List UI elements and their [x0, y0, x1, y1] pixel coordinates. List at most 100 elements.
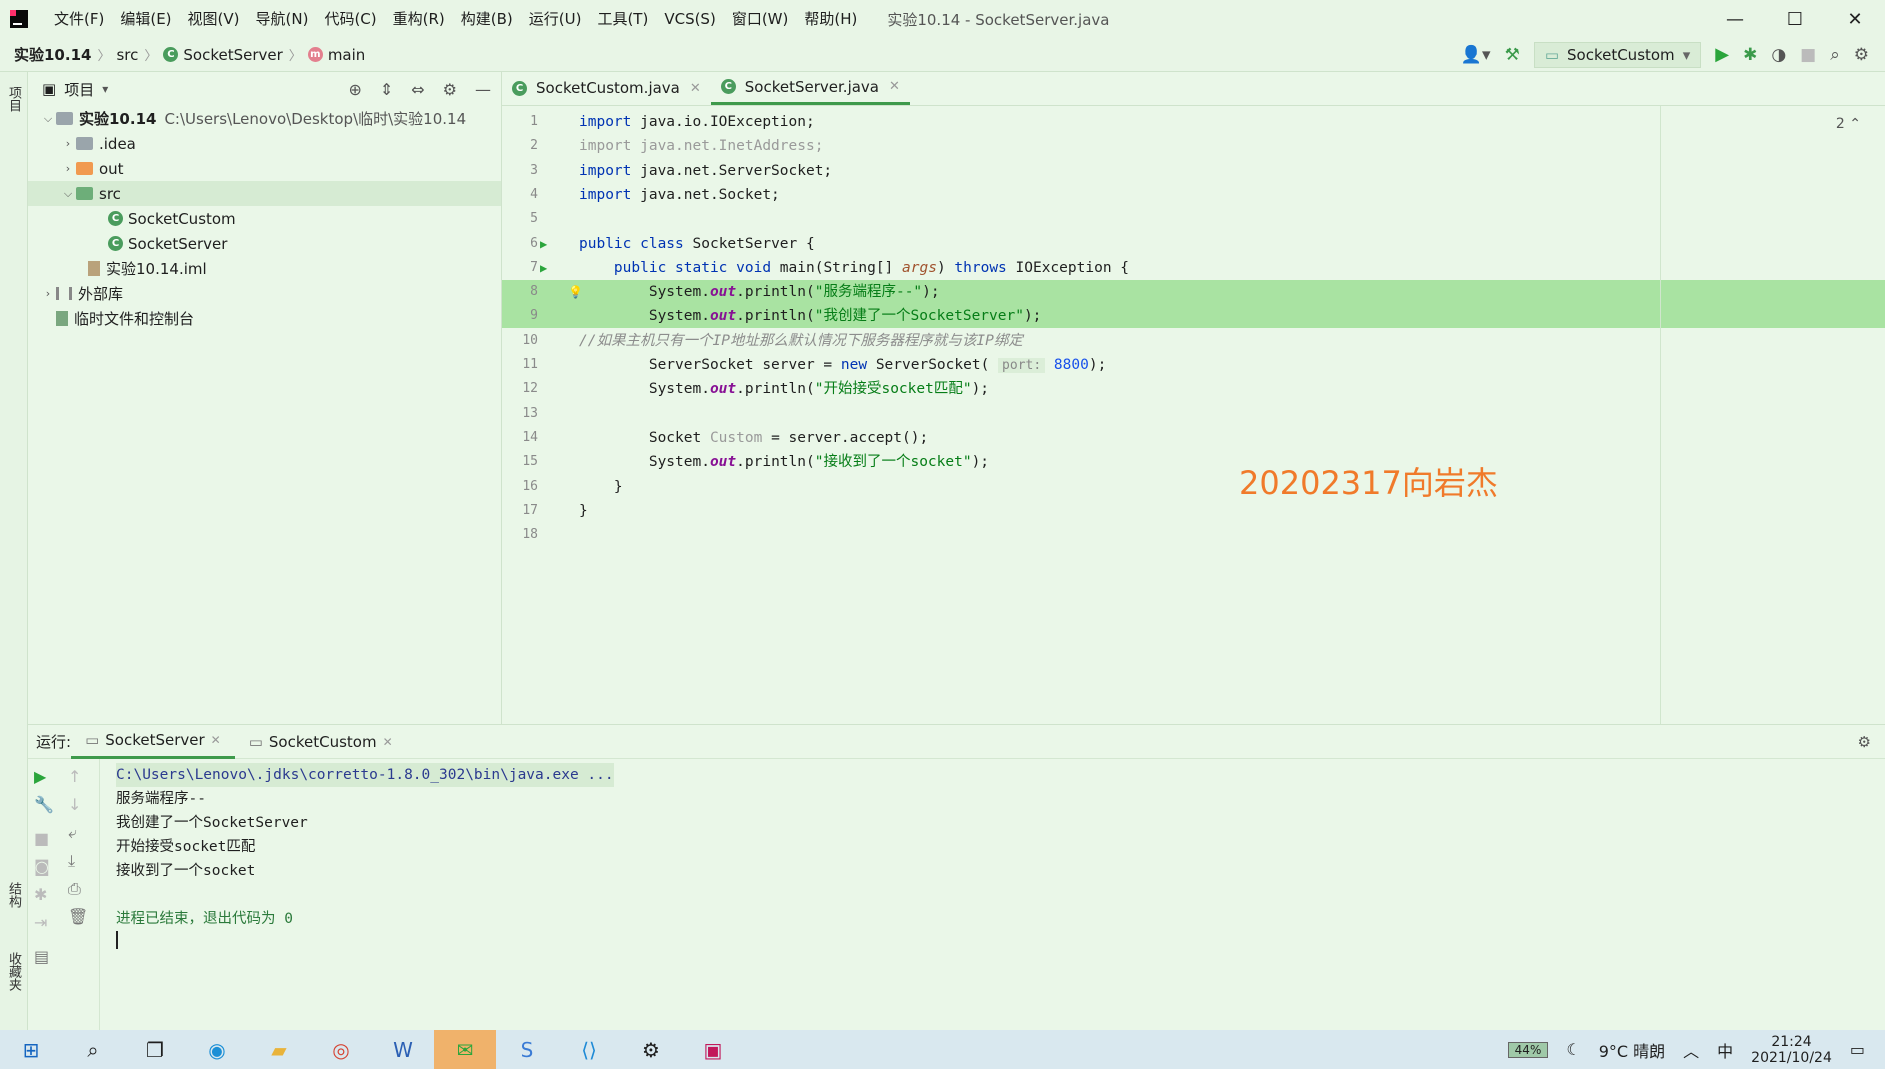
- arrow-up-icon[interactable]: ↑: [68, 767, 81, 786]
- code-line[interactable]: 3 import java.net.ServerSocket;: [502, 159, 1885, 183]
- wrench-icon[interactable]: 🔧: [34, 795, 54, 814]
- tab-socketcustom[interactable]: C SocketCustom.java ✕: [502, 71, 711, 105]
- tree-item-iml[interactable]: 实验10.14.iml: [28, 256, 501, 281]
- menu-file[interactable]: 文件(F): [46, 0, 112, 38]
- hide-panel-icon[interactable]: —: [475, 80, 491, 99]
- menu-tools[interactable]: 工具(T): [589, 0, 656, 38]
- menu-view[interactable]: 视图(V): [180, 0, 248, 38]
- collapse-all-icon[interactable]: ⇔: [411, 80, 424, 99]
- code-line[interactable]: 2 import java.net.InetAddress;: [502, 134, 1885, 158]
- breadcrumb-class[interactable]: SocketServer: [183, 46, 282, 64]
- code-line[interactable]: 4 import java.net.Socket;: [502, 183, 1885, 207]
- edge-browser-icon[interactable]: ◉: [186, 1030, 248, 1069]
- tree-item-project-root[interactable]: ⌵ 实验10.14 C:\Users\Lenovo\Desktop\临时\实验1…: [28, 106, 501, 131]
- code-area[interactable]: 1 import java.io.IOException; 2 import java…: [502, 106, 1885, 724]
- trash-icon[interactable]: 🗑: [68, 907, 88, 926]
- rerun-icon[interactable]: ▶: [34, 767, 46, 786]
- chevron-down-icon[interactable]: ▾: [102, 82, 108, 96]
- notification-icon[interactable]: ▭: [1850, 1040, 1865, 1059]
- code-line[interactable]: 1 import java.io.IOException;: [502, 110, 1885, 134]
- menu-navigate[interactable]: 导航(N): [248, 0, 317, 38]
- run-tab-socketserver[interactable]: ▭ SocketServer ✕: [71, 725, 235, 759]
- sogou-icon[interactable]: S: [496, 1030, 558, 1069]
- close-icon[interactable]: ✕: [690, 81, 701, 96]
- menu-build[interactable]: 构建(B): [453, 0, 521, 38]
- chevron-right-icon[interactable]: ›: [60, 162, 76, 175]
- code-line[interactable]: 11 ServerSocket server = new ServerSocke…: [502, 353, 1885, 377]
- ime-indicator[interactable]: 中: [1717, 1038, 1733, 1062]
- menu-vcs[interactable]: VCS(S): [656, 0, 723, 38]
- intellij-icon[interactable]: ▣: [682, 1030, 744, 1069]
- console-output[interactable]: C:\Users\Lenovo\.jdks\corretto-1.8.0_302…: [116, 763, 614, 955]
- breadcrumb-src[interactable]: src: [116, 46, 138, 64]
- soft-wrap-icon[interactable]: ⤶: [68, 823, 77, 843]
- chevron-up-icon[interactable]: ⌃: [1849, 116, 1861, 132]
- code-line[interactable]: 8 💡 System.out.println("服务端程序--");: [502, 280, 1885, 305]
- arrow-down-icon[interactable]: ↓: [68, 795, 81, 814]
- run-gutter-icon[interactable]: ▶: [540, 232, 560, 256]
- code-line[interactable]: 9 System.out.println("我创建了一个SocketServer…: [502, 304, 1885, 329]
- close-icon[interactable]: ✕: [889, 79, 900, 94]
- user-icon[interactable]: 👤▾: [1461, 45, 1491, 65]
- menu-code[interactable]: 代码(C): [316, 0, 384, 38]
- locate-icon[interactable]: ⊕: [348, 80, 361, 99]
- coverage-icon[interactable]: ◑: [1771, 45, 1786, 65]
- inspection-widget[interactable]: 2 ⌃: [1836, 116, 1861, 132]
- expand-all-icon[interactable]: ⇕: [380, 80, 393, 99]
- stop-icon[interactable]: ■: [34, 829, 49, 848]
- close-button[interactable]: ✕: [1825, 0, 1885, 38]
- word-icon[interactable]: W: [372, 1030, 434, 1069]
- close-icon[interactable]: ✕: [211, 733, 221, 747]
- run-gutter-icon[interactable]: ▶: [540, 256, 560, 280]
- wechat-icon[interactable]: ✉: [434, 1030, 496, 1069]
- task-view-icon[interactable]: ❐: [124, 1030, 186, 1069]
- code-line[interactable]: 10 //如果主机只有一个IP地址那么默认情况下服务器程序就与该IP绑定: [502, 329, 1885, 353]
- start-windows-icon[interactable]: ⊞: [0, 1030, 62, 1069]
- chevron-right-icon[interactable]: ›: [60, 137, 76, 150]
- camera-icon[interactable]: ◙: [34, 857, 50, 876]
- chevron-up-icon[interactable]: ︿: [1683, 1038, 1699, 1062]
- search-icon[interactable]: ⌕: [62, 1030, 124, 1069]
- settings-gear-icon[interactable]: ⚙: [620, 1030, 682, 1069]
- favorites-tool-tab[interactable]: 收藏夹: [4, 952, 23, 991]
- code-line[interactable]: 17}: [502, 499, 1885, 523]
- tree-item-idea[interactable]: › .idea: [28, 131, 501, 156]
- close-icon[interactable]: ✕: [383, 735, 393, 749]
- weather-text[interactable]: 9°C 晴朗: [1599, 1038, 1665, 1062]
- tab-socketserver[interactable]: C SocketServer.java ✕: [710, 71, 910, 105]
- tree-item-socketserver[interactable]: C SocketServer: [28, 231, 501, 256]
- breadcrumb-project[interactable]: 实验10.14: [14, 44, 91, 65]
- debug-icon[interactable]: ✱: [34, 885, 47, 904]
- chevron-right-icon[interactable]: ›: [40, 287, 56, 300]
- settings-gear-icon[interactable]: ⚙: [1858, 733, 1871, 751]
- tree-item-scratches[interactable]: 临时文件和控制台: [28, 306, 501, 331]
- code-line[interactable]: 13: [502, 402, 1885, 426]
- search-icon[interactable]: ⌕: [1830, 45, 1840, 65]
- tree-item-socketcustom[interactable]: C SocketCustom: [28, 206, 501, 231]
- chrome-icon[interactable]: ◎: [310, 1030, 372, 1069]
- project-tool-tab[interactable]: 项目: [4, 86, 23, 112]
- menu-help[interactable]: 帮助(H): [796, 0, 865, 38]
- maximize-button[interactable]: ☐: [1765, 0, 1825, 38]
- menu-edit[interactable]: 编辑(E): [112, 0, 179, 38]
- tree-item-external-libraries[interactable]: › 外部库: [28, 281, 501, 306]
- chevron-down-icon[interactable]: ⌵: [40, 112, 56, 126]
- run-configuration-select[interactable]: ▭ SocketCustom ▾: [1533, 41, 1702, 68]
- project-panel-title[interactable]: 项目: [64, 79, 94, 100]
- code-line[interactable]: 15 System.out.println("接收到了一个socket");: [502, 450, 1885, 474]
- minimize-button[interactable]: —: [1705, 0, 1765, 38]
- code-line[interactable]: 6 ▶ public class SocketServer {: [502, 232, 1885, 256]
- menu-window[interactable]: 窗口(W): [724, 0, 797, 38]
- debug-icon[interactable]: ✱: [1743, 45, 1757, 65]
- layout-icon[interactable]: ▤: [34, 947, 49, 966]
- run-tab-socketcustom[interactable]: ▭ SocketCustom ✕: [235, 725, 407, 759]
- code-line[interactable]: 18: [502, 523, 1885, 547]
- code-line[interactable]: 16 }: [502, 475, 1885, 499]
- settings-gear-icon[interactable]: ⚙: [1854, 45, 1869, 65]
- menu-run[interactable]: 运行(U): [521, 0, 590, 38]
- run-icon[interactable]: ▶: [1715, 44, 1729, 65]
- clock[interactable]: 21:24 2021/10/24: [1751, 1034, 1832, 1066]
- menu-refactor[interactable]: 重构(R): [385, 0, 453, 38]
- file-explorer-icon[interactable]: ▰: [248, 1030, 310, 1069]
- console-input-line[interactable]: [116, 931, 614, 955]
